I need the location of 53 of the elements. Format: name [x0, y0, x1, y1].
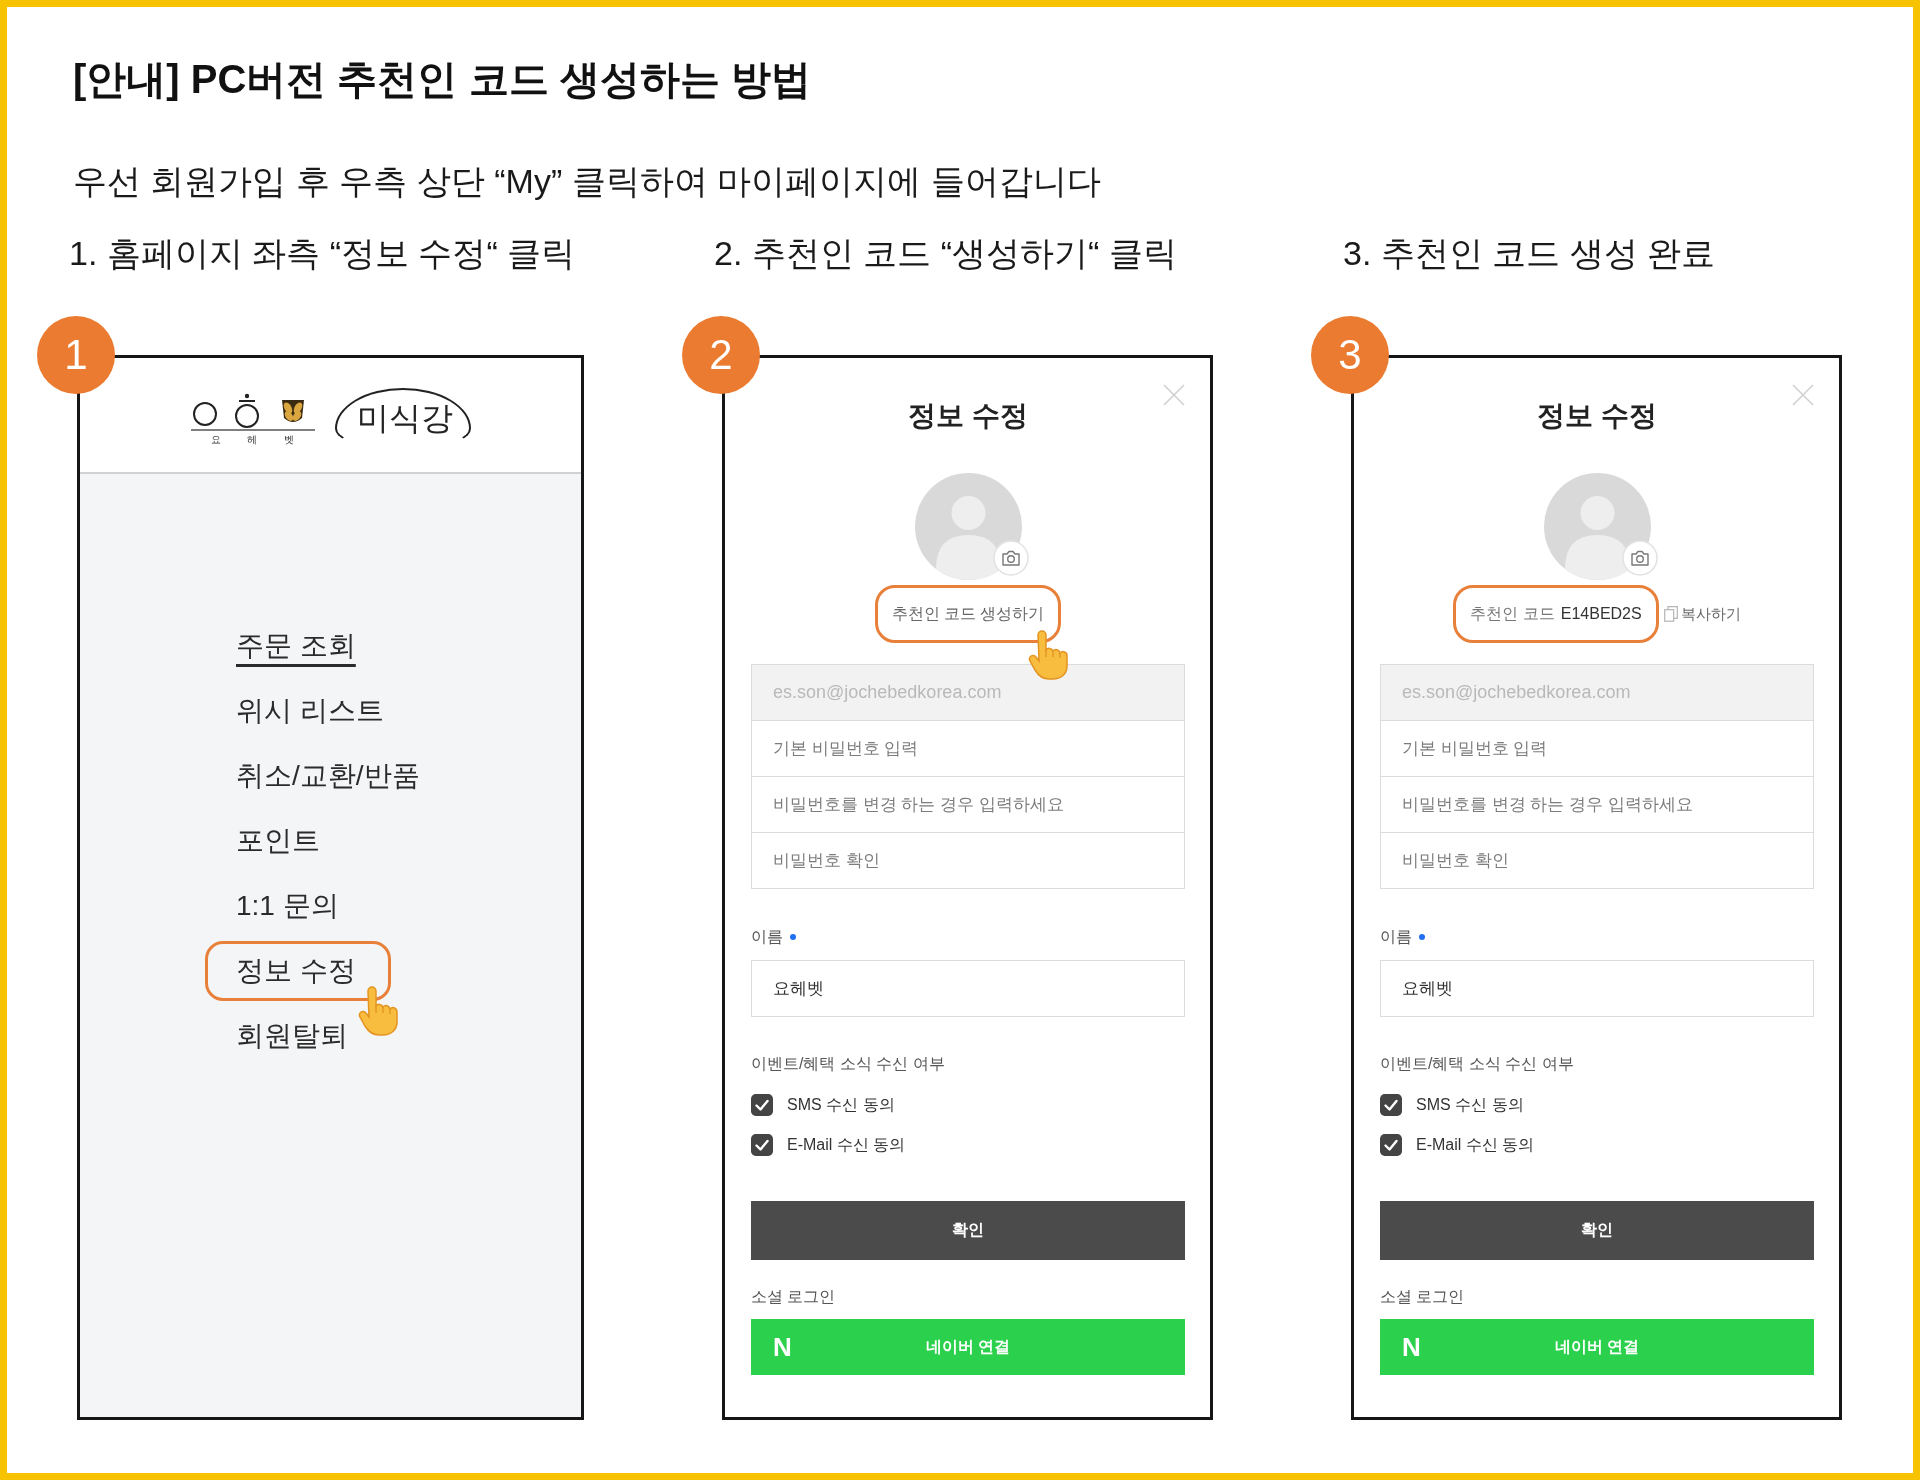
step-caption: 2. 추천인 코드 “생성하기“ 클릭 — [714, 233, 1177, 274]
page-title: [안내] PC버전 추천인 코드 생성하는 방법 — [73, 56, 811, 103]
sidebar-menu-item[interactable]: 취소/교환/반품 — [236, 756, 420, 796]
intro-text: 우선 회원가입 후 우측 상단 “My” 클릭하여 마이페이지에 들어갑니다 — [73, 161, 1101, 202]
input-field[interactable]: 비밀번호를 변경 하는 경우 입력하세요 — [1380, 776, 1814, 833]
avatar-placeholder-icon — [1543, 473, 1651, 580]
sidebar-menu-item[interactable]: 위시 리스트 — [236, 691, 384, 731]
step-number-badge: 1 — [37, 316, 115, 394]
field-label: 이름 — [1380, 927, 1412, 947]
checkbox[interactable] — [1380, 1134, 1402, 1156]
checkbox[interactable] — [1380, 1094, 1402, 1116]
input-field[interactable]: 기본 비밀번호 입력 — [751, 720, 1185, 777]
checkbox[interactable] — [751, 1094, 773, 1116]
dialog-title: 정보 수정 — [1537, 399, 1657, 433]
step-caption: 3. 추천인 코드 생성 완료 — [1343, 233, 1716, 274]
step-caption: 1. 홈페이지 좌측 “정보 수정“ 클릭 — [69, 233, 576, 274]
sidebar-menu-item[interactable]: 1:1 문의 — [236, 886, 339, 926]
camera-icon[interactable] — [992, 540, 1029, 576]
confirm-button[interactable]: 확인 — [751, 1201, 1185, 1260]
checkbox-label: SMS 수신 동의 — [1416, 1094, 1524, 1115]
copy-button[interactable]: 복사하기 — [1663, 604, 1741, 624]
checkbox-label: E-Mail 수신 동의 — [787, 1134, 906, 1155]
section-label: 이벤트/혜택 소식 수신 여부 — [1380, 1054, 1574, 1074]
section-label: 소셜 로그인 — [1380, 1287, 1465, 1307]
field-label: 이름 — [751, 927, 783, 947]
input-field[interactable]: 비밀번호 확인 — [1380, 832, 1814, 889]
input-field[interactable]: 비밀번호 확인 — [751, 832, 1185, 889]
step-number-badge: 2 — [682, 316, 760, 394]
checkbox-label: SMS 수신 동의 — [787, 1094, 895, 1115]
confirm-button[interactable]: 확인 — [1380, 1201, 1814, 1260]
input-field[interactable]: 기본 비밀번호 입력 — [1380, 720, 1814, 777]
naver-logo: N — [773, 1334, 792, 1360]
section-label: 소셜 로그인 — [751, 1287, 836, 1307]
step-number-badge: 3 — [1311, 316, 1389, 394]
dialog-title: 정보 수정 — [908, 399, 1028, 433]
avatar-placeholder-icon — [914, 473, 1022, 580]
generate-referral-code-link[interactable]: 추천인 코드 생성하기 — [891, 603, 1045, 625]
sidebar-menu-item[interactable]: 포인트 — [236, 821, 320, 861]
camera-icon[interactable] — [1621, 540, 1658, 576]
checkbox[interactable] — [751, 1134, 773, 1156]
copy-icon — [1663, 606, 1678, 622]
sidebar-menu-item[interactable]: 주문 조회 — [236, 626, 356, 666]
checkbox-label: E-Mail 수신 동의 — [1416, 1134, 1535, 1155]
input-field[interactable]: 요헤벳 — [751, 960, 1185, 1017]
naver-logo: N — [1402, 1334, 1421, 1360]
sidebar-menu-item[interactable]: 회원탈퇴 — [236, 1016, 348, 1056]
referral-code-label: 추천인 코드 — [1470, 603, 1555, 624]
sidebar-menu-item[interactable]: 정보 수정 — [236, 951, 356, 991]
input-field[interactable]: 요헤벳 — [1380, 960, 1814, 1017]
logo-caption: 요 헤 벳 — [210, 434, 307, 446]
input-field[interactable]: 비밀번호를 변경 하는 경우 입력하세요 — [751, 776, 1185, 833]
section-label: 이벤트/혜택 소식 수신 여부 — [751, 1054, 945, 1074]
referral-code: E14BED2S — [1560, 605, 1642, 623]
